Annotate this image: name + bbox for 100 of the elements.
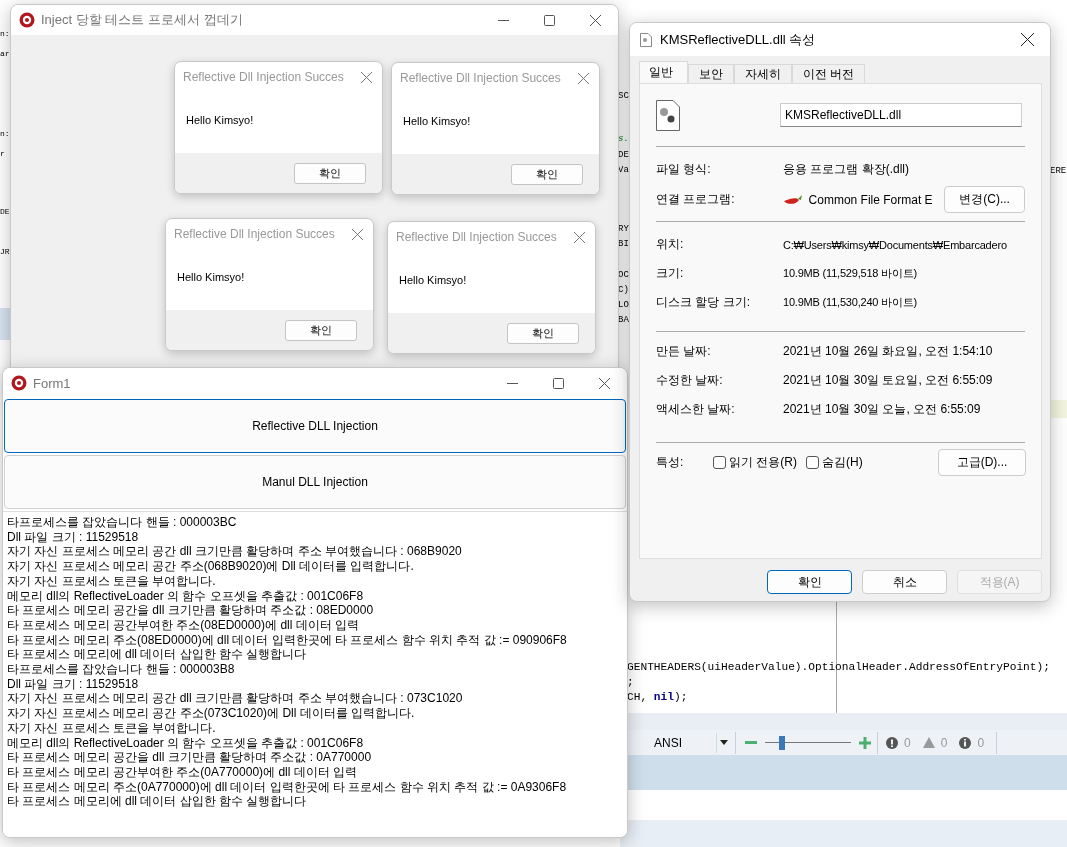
dialog-title: Reflective Dll Injection Succes [174, 227, 336, 241]
code-fragment: LO [618, 299, 629, 311]
tab[interactable]: 이전 버전 [792, 64, 866, 83]
change-button[interactable]: 변경(C)... [944, 186, 1025, 213]
dialog-title: Reflective Dll Injection Succes [400, 71, 562, 85]
field-value: Common File Format E [808, 192, 934, 207]
code-fragment: BI [618, 238, 629, 250]
field-value: 2021년 10월 30일 오늘, 오전 6:55:09 [783, 401, 981, 418]
dialog-button[interactable]: 취소 [862, 570, 947, 594]
code-fragment: BA [618, 314, 629, 326]
caret-icon [720, 740, 728, 745]
dialog-button[interactable]: 확인 [767, 570, 852, 594]
code-fragment: n: [0, 128, 10, 140]
log-line: 타 프로세스 메모리 공간부여한 주소(0A770000)에 dll 데이터 입력 [7, 764, 359, 780]
log-line: 메모리 dll의 ReflectiveLoader 의 함수 오프셋을 추출값 : 001C06F8 [7, 735, 365, 751]
log-line: 자기 자신 프로세스 메모리 공간 dll 크기만큼 활당하며 주소 부여했습니다 : 068B9020 [7, 544, 463, 560]
close-icon[interactable] [598, 377, 610, 389]
field-label: 위치: [656, 236, 685, 253]
log-line: Dll 파일 크기 : 11529518 [7, 676, 140, 692]
dropdown-button[interactable] [716, 732, 731, 753]
code-fragment: DE [0, 206, 10, 218]
code-fragment: DE [618, 149, 629, 161]
field-label: 특성: [656, 453, 685, 471]
tab[interactable]: 일반 [639, 61, 688, 83]
ok-button[interactable]: 확인 [294, 162, 366, 184]
code-fragment: s. [618, 133, 629, 145]
field-label: 수정한 날짜: [656, 372, 724, 389]
field-label: 연결 프로그램: [656, 191, 736, 208]
warning-count: 0 [940, 735, 948, 750]
field-value: C:₩Users₩kimsy₩Documents₩Embarcadero [783, 238, 1007, 251]
tab[interactable]: 보안 [688, 64, 734, 83]
code-fragment: C) [618, 284, 629, 296]
line-highlight [0, 308, 10, 340]
field-label: 만든 날짜: [656, 343, 712, 360]
file-name-field[interactable]: KMSReflectiveDLL.dll [780, 103, 1022, 127]
info-icon [959, 736, 972, 749]
code-fragment: OC [618, 269, 629, 281]
code-fragment: ERE [1050, 165, 1067, 177]
ok-button[interactable]: 확인 [507, 322, 579, 344]
dialog-message: Hello Kimsyo! [186, 114, 254, 126]
close-icon[interactable] [589, 14, 601, 26]
hint-count: 0 [977, 735, 985, 750]
code-line: GENTHEADERS(uiHeaderValue).OptionalHeader.AddressOfEntryPoint); [627, 660, 1050, 675]
log-line: 타 프로세스 메모리 공간부여한 주소(08ED0000)에 dll 데이터 입력 [7, 617, 361, 633]
dialog-message: Hello Kimsyo! [399, 274, 467, 286]
field-label: 파일 형식: [656, 161, 712, 178]
log-line: 자기 자신 프로세스 토큰을 부여합니다. [7, 720, 217, 736]
log-line: 자기 자신 프로세스 메모리 공간 주소(068B9020)에 Dll 데이터를 입력합니다. [7, 559, 415, 574]
ok-button[interactable]: 확인 [511, 163, 583, 185]
log-line: 타프로세스를 잡았습니다 핸들 : 000003B8 [7, 662, 236, 677]
log-line: 타프로세스를 잡았습니다 핸들 : 000003BC [7, 515, 238, 530]
field-label: 액세스한 날짜: [656, 401, 736, 418]
app-logo-icon [19, 12, 35, 28]
action-button[interactable]: Manul DLL Injection [4, 455, 626, 509]
log-line: 타 프로세스 메모리 공간을 dll 크기만큼 활당하며 주소값 : 08ED0000 [7, 603, 375, 618]
log-line: 타 프로세스 메모리에 dll 데이터 삽입한 함수 실행합니다 [7, 647, 308, 663]
maximize-icon[interactable] [543, 14, 555, 26]
field-value: 2021년 10월 26일 화요일, 오전 1:54:10 [783, 343, 993, 360]
error-icon [886, 736, 898, 749]
log-line: 메모리 dll의 ReflectiveLoader 의 함수 오프셋을 추출값 : 001C06F8 [7, 588, 365, 604]
log-line: 타 프로세스 메모리 공간을 dll 크기만큼 활당하며 주소값 : 0A770000 [7, 750, 373, 765]
advanced-button[interactable]: 고급(D)... [938, 448, 1026, 476]
encoding-label: ANSI [654, 735, 683, 750]
code-line: CH, nil); [627, 690, 688, 705]
code-fragment: n: [0, 28, 10, 40]
field-value: 10.9MB (11,529,518 바이트) [783, 266, 917, 281]
log-line: 타 프로세스 메모리 주소(0A770000)에 dll 데이터 입력한곳에 타 프로세스 함수 위치 추적 값 := 0A9306F8 [7, 779, 568, 795]
code-fragment: r [0, 148, 5, 160]
log-line: 자기 자신 프로세스 메모리 공간 주소(073C1020)에 Dll 데이터를 입력합니다. [7, 706, 416, 721]
dialog-title: Reflective Dll Injection Succes [183, 70, 345, 84]
close-icon[interactable] [1020, 33, 1034, 46]
file-icon [640, 32, 652, 47]
tab[interactable]: 자세히 [734, 64, 792, 83]
maximize-icon[interactable] [552, 377, 564, 389]
action-button[interactable]: Reflective DLL Injection [4, 399, 626, 453]
code-fragment: SC [618, 90, 629, 102]
log-line: 타 프로세스 메모리에 dll 데이터 삽입한 함수 실행합니다 [7, 794, 308, 810]
field-label: 크기: [656, 265, 685, 282]
dialog-message: Hello Kimsyo! [177, 271, 245, 283]
field-label: 디스크 할당 크기: [656, 294, 751, 311]
log-line: 자기 자신 프로세스 토큰을 부여합니다. [7, 573, 217, 589]
log-line: Dll 파일 크기 : 11529518 [7, 529, 140, 545]
ok-button[interactable]: 확인 [285, 319, 357, 341]
checkbox[interactable]: 읽기 전용(R) [713, 453, 797, 471]
warning-icon [922, 737, 935, 748]
field-value: 응용 프로그램 확장(.dll) [783, 161, 909, 178]
app-logo-icon [11, 375, 27, 391]
window-title: Inject 당할 테스트 프로세서 껍데기 [41, 11, 244, 29]
window-title: Form1 [33, 375, 72, 391]
log-line: 자기 자신 프로세스 메모리 공간 dll 크기만큼 활당하며 주소 부여했습니다 : 073C1020 [7, 691, 464, 707]
field-value: 2021년 10월 30일 토요일, 오전 6:55:09 [783, 372, 993, 389]
dialog-title: Reflective Dll Injection Succes [396, 230, 558, 244]
field-value: 10.9MB (11,530,240 바이트) [783, 295, 917, 310]
error-count: 0 [904, 735, 911, 750]
zoom-slider[interactable] [765, 735, 851, 750]
checkbox[interactable]: 숨김(H) [806, 453, 863, 471]
code-fragment: RY [618, 223, 629, 235]
code-fragment: JR [0, 246, 10, 258]
pepper-icon [782, 193, 803, 206]
log-line: 타 프로세스 메모리 주소(08ED0000)에 dll 데이터 입력한곳에 타 프로세스 함수 위치 추적 값 := 090906F8 [7, 632, 568, 648]
